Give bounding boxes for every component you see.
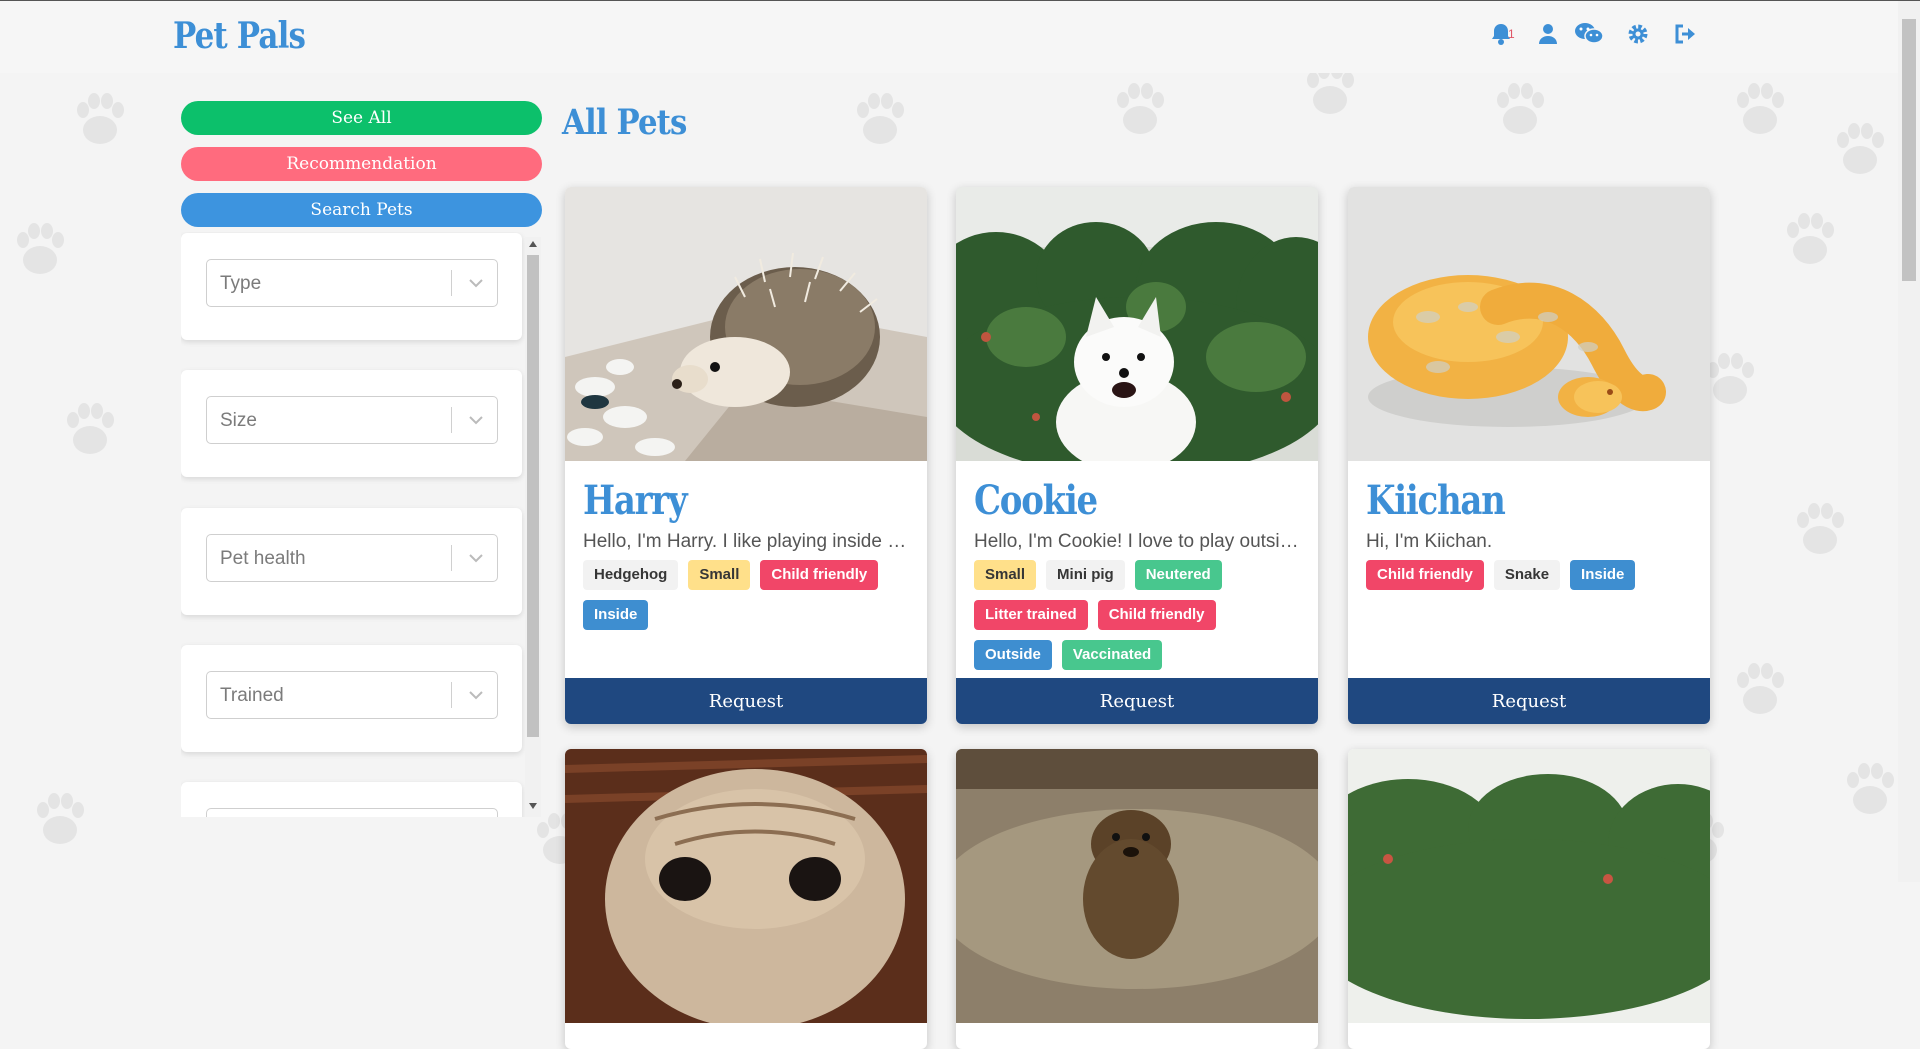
see-all-button[interactable]: See All bbox=[181, 101, 542, 135]
filter-card-size: Size bbox=[181, 370, 522, 477]
tag-litter-trained: Litter trained bbox=[974, 600, 1088, 630]
pet-card-pug[interactable] bbox=[565, 749, 927, 1049]
trained-select[interactable]: Trained bbox=[206, 671, 498, 719]
filter-panel: Type Size Pet health Trained bbox=[181, 232, 542, 817]
tag-outside: Outside bbox=[974, 640, 1052, 670]
search-pets-button[interactable]: Search Pets bbox=[181, 193, 542, 227]
tag-type: Snake bbox=[1493, 560, 1561, 590]
recommendation-button[interactable]: Recommendation bbox=[181, 147, 542, 181]
tag-type: Mini pig bbox=[1046, 560, 1125, 590]
filter-card-trained: Trained bbox=[181, 645, 522, 752]
otter-photo bbox=[956, 749, 1318, 1023]
snake-photo bbox=[1348, 187, 1710, 461]
tag-size: Small bbox=[974, 560, 1037, 590]
pet-name: Cookie bbox=[974, 477, 1098, 524]
pet-card-cookie[interactable]: Cookie Hello, I'm Cookie! I love to play… bbox=[956, 187, 1318, 724]
pet-health-select[interactable]: Pet health bbox=[206, 534, 498, 582]
pet-card-otter[interactable] bbox=[956, 749, 1318, 1049]
filter-card-pet-health: Pet health bbox=[181, 508, 522, 615]
tag-child-friendly: Child friendly bbox=[1097, 600, 1216, 630]
tag-inside: Inside bbox=[583, 600, 649, 630]
type-select-placeholder: Type bbox=[220, 273, 262, 294]
filter-scrollbar-thumb[interactable] bbox=[527, 255, 539, 737]
pet-card-harry[interactable]: Harry Hello, I'm Harry. I like playing i… bbox=[565, 187, 927, 724]
chevron-down-icon[interactable] bbox=[466, 273, 486, 293]
page-scrollbar[interactable] bbox=[1898, 1, 1920, 882]
filter-card-type: Type bbox=[181, 233, 522, 340]
type-select[interactable]: Type bbox=[206, 259, 498, 307]
gear-icon[interactable] bbox=[1623, 19, 1653, 49]
page-title: All Pets bbox=[562, 102, 687, 143]
scroll-down-arrow-icon[interactable] bbox=[529, 803, 537, 809]
tag-child-friendly: Child friendly bbox=[1366, 560, 1484, 590]
pet-name: Kiichan bbox=[1366, 477, 1506, 524]
top-navbar: Pet Pals 1 bbox=[0, 1, 1898, 73]
pug-photo bbox=[565, 749, 927, 1023]
page-scrollbar-thumb[interactable] bbox=[1902, 19, 1916, 281]
tag-inside: Inside bbox=[1570, 560, 1636, 590]
pet-description: Hi, I'm Kiichan. bbox=[1366, 531, 1493, 552]
select-separator bbox=[451, 545, 452, 571]
tag-child-friendly: Child friendly bbox=[760, 560, 879, 590]
pet-tags: Small Mini pig Neutered Litter trained C… bbox=[974, 560, 1304, 680]
tag-neutered: Neutered bbox=[1134, 560, 1222, 590]
pet-card-kiichan[interactable]: Kiichan Hi, I'm Kiichan. Child friendly … bbox=[1348, 187, 1710, 724]
user-icon[interactable] bbox=[1533, 19, 1563, 49]
scroll-up-arrow-icon[interactable] bbox=[529, 241, 537, 247]
window-top-border bbox=[0, 0, 1920, 1]
hedgehog-photo bbox=[565, 187, 927, 461]
app-logo[interactable]: Pet Pals bbox=[173, 15, 306, 57]
notification-count-badge: 1 bbox=[1508, 27, 1515, 41]
size-select-placeholder: Size bbox=[220, 410, 257, 431]
wechat-icon[interactable] bbox=[1574, 19, 1604, 49]
chevron-down-icon[interactable] bbox=[466, 548, 486, 568]
pet-name: Harry bbox=[583, 477, 688, 524]
filter-card-more bbox=[181, 782, 522, 817]
chevron-down-icon[interactable] bbox=[466, 410, 486, 430]
tag-type: Hedgehog bbox=[583, 560, 679, 590]
logout-icon[interactable] bbox=[1671, 19, 1701, 49]
trained-select-placeholder: Trained bbox=[220, 685, 284, 706]
filter-scrollbar[interactable] bbox=[525, 237, 541, 817]
white-dog-photo bbox=[956, 187, 1318, 461]
select-separator bbox=[451, 407, 452, 433]
pet-description: Hello, I'm Harry. I like playing inside … bbox=[583, 531, 907, 552]
tag-size: Small bbox=[688, 560, 751, 590]
request-button[interactable]: Request bbox=[565, 678, 927, 724]
chevron-down-icon[interactable] bbox=[466, 685, 486, 705]
request-button[interactable]: Request bbox=[1348, 678, 1710, 724]
pet-card-garden[interactable] bbox=[1348, 749, 1710, 1049]
pet-tags: Child friendly Snake Inside bbox=[1366, 560, 1696, 600]
more-filter-select[interactable] bbox=[206, 808, 498, 817]
select-separator bbox=[451, 270, 452, 296]
bell-icon[interactable]: 1 bbox=[1486, 19, 1516, 49]
pet-tags: Hedgehog Small Child friendly Inside bbox=[583, 560, 913, 640]
request-button[interactable]: Request bbox=[956, 678, 1318, 724]
pet-health-select-placeholder: Pet health bbox=[220, 548, 306, 569]
pet-description: Hello, I'm Cookie! I love to play outsi… bbox=[974, 531, 1299, 552]
garden-photo bbox=[1348, 749, 1710, 1023]
size-select[interactable]: Size bbox=[206, 396, 498, 444]
tag-vaccinated: Vaccinated bbox=[1061, 640, 1163, 670]
select-separator bbox=[451, 682, 452, 708]
